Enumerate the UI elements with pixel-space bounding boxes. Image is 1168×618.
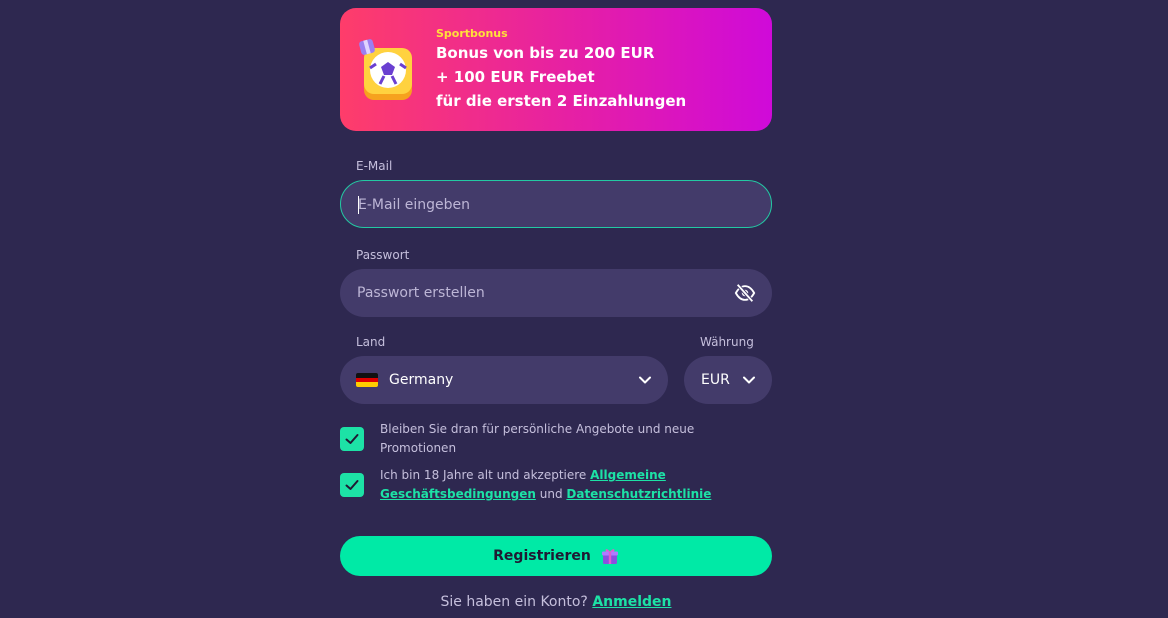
password-field[interactable]: Passwort erstellen xyxy=(340,269,772,317)
country-value: Germany xyxy=(389,372,454,388)
checkmark-icon xyxy=(345,480,359,490)
germany-flag-icon xyxy=(356,373,378,387)
email-placeholder: E-Mail eingeben xyxy=(358,197,471,213)
soccer-ball-gift-icon xyxy=(359,39,412,100)
terms-checkbox[interactable] xyxy=(340,473,364,497)
login-question: Sie haben ein Konto? xyxy=(440,594,588,610)
gift-icon xyxy=(601,549,618,564)
checkmark-icon xyxy=(345,434,359,444)
login-prompt: Sie haben ein Konto? Anmelden xyxy=(340,593,772,611)
currency-value: EUR xyxy=(701,372,730,388)
password-label: Passwort xyxy=(356,248,410,262)
banner-line-1: Bonus von bis zu 200 EUR xyxy=(436,44,655,62)
email-field[interactable]: E-Mail eingeben xyxy=(340,180,772,228)
country-label: Land xyxy=(356,335,386,349)
register-button[interactable]: Registrieren xyxy=(340,536,772,576)
eye-slash-icon[interactable] xyxy=(734,282,756,304)
banner-tag: Sportbonus xyxy=(436,27,508,40)
promotions-consent-text: Bleiben Sie dran für persönliche Angebot… xyxy=(380,422,695,455)
sport-bonus-banner: Sportbonus Bonus von bis zu 200 EUR + 10… xyxy=(340,8,772,131)
terms-consent-prefix: Ich bin 18 Jahre alt und akzeptiere xyxy=(380,468,587,482)
terms-consent-joiner: und xyxy=(539,487,563,501)
registration-form: Sportbonus Bonus von bis zu 200 EUR + 10… xyxy=(340,0,772,618)
currency-select[interactable]: EUR xyxy=(684,356,772,404)
currency-label: Währung xyxy=(700,335,754,349)
terms-consent-text: Ich bin 18 Jahre alt und akzeptiere Allg… xyxy=(380,466,720,504)
banner-line-2: + 100 EUR Freebet xyxy=(436,68,595,86)
country-select[interactable]: Germany xyxy=(340,356,668,404)
chevron-down-icon xyxy=(639,376,651,384)
login-link[interactable]: Anmelden xyxy=(592,594,671,610)
promotions-checkbox[interactable] xyxy=(340,427,364,451)
email-label: E-Mail xyxy=(356,159,393,173)
password-placeholder: Passwort erstellen xyxy=(357,285,485,301)
register-button-label: Registrieren xyxy=(493,548,591,564)
chevron-down-icon xyxy=(743,376,755,384)
privacy-link[interactable]: Datenschutzrichtlinie xyxy=(566,487,711,501)
banner-line-3: für die ersten 2 Einzahlungen xyxy=(436,92,687,110)
